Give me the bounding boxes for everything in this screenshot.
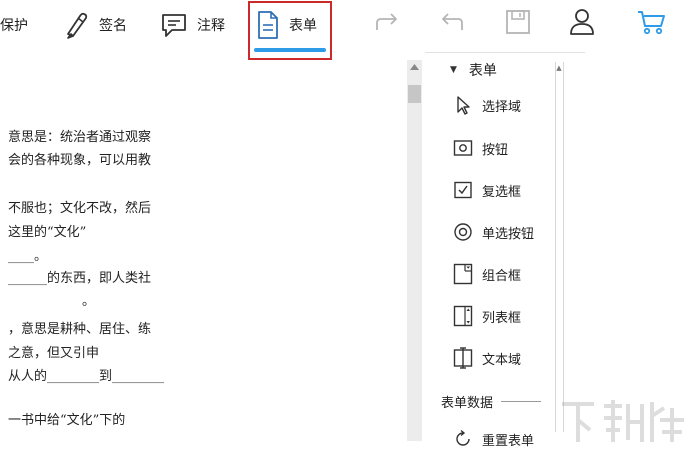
doc-line: 。 [82, 294, 96, 309]
watermark-logo-icon [556, 396, 690, 452]
undo-button[interactable] [437, 9, 467, 39]
doc-line: 不服也；文化不改，然后 [8, 201, 152, 216]
undo-icon [438, 10, 466, 38]
tool-text-field[interactable]: 文本域 [452, 345, 521, 371]
panel-divider [425, 52, 585, 53]
tool-button[interactable]: 按钮 [452, 135, 508, 161]
doc-line: 意思是：统治者通过观察 [8, 130, 152, 145]
cart-icon [636, 8, 666, 40]
doc-line: 一书中给“文化”下的 [8, 413, 126, 428]
main-toolbar: 保护 签名 注释 表单 [0, 0, 692, 60]
toolbar-protect-button[interactable]: 保护 [0, 8, 28, 42]
doc-line: ______的东西，即人类社 [8, 271, 152, 286]
user-account-button[interactable] [567, 9, 597, 39]
toolbar-sign-button[interactable]: 签名 [64, 8, 127, 42]
section-divider [501, 401, 542, 402]
tool-label: 组合框 [482, 268, 522, 284]
redo-icon [373, 10, 401, 38]
form-highlight-box [248, 1, 332, 60]
toolbar-annotate-button[interactable]: 注释 [160, 8, 225, 42]
tool-label: 复选框 [482, 184, 522, 200]
comment-icon [160, 11, 188, 39]
tool-label: 按钮 [482, 142, 509, 158]
radio-icon [452, 220, 474, 244]
tool-combobox[interactable]: 组合框 [452, 261, 521, 287]
button-icon [452, 136, 474, 160]
save-icon [505, 9, 531, 39]
reset-icon [452, 428, 474, 450]
form-data-section-title: 表单数据 [441, 396, 494, 411]
doc-line: 之意，但又引申 [8, 346, 100, 361]
combobox-icon [452, 262, 474, 286]
tool-label: 列表框 [482, 310, 522, 326]
tool-label: 文本域 [482, 352, 522, 368]
textfield-icon [452, 346, 474, 370]
redo-button[interactable] [372, 9, 402, 39]
document-page: 意思是：统治者通过观察 会的各种现象，可以用教 不服也；文化不改，然后 这里的“… [0, 60, 404, 453]
doc-line: 这里的“文化” [8, 225, 87, 240]
collapse-caret-icon: ▼ [450, 65, 457, 75]
listbox-icon [452, 304, 474, 328]
checkbox-icon [452, 178, 474, 202]
toolbar-annotate-label: 注释 [197, 18, 225, 34]
tool-label: 单选按钮 [482, 226, 535, 242]
doc-line: 会的各种现象，可以用教 [8, 153, 152, 168]
cursor-icon [452, 93, 474, 117]
panel-scrollbar[interactable] [555, 62, 564, 432]
tool-reset-form[interactable]: 重置表单 [452, 428, 534, 450]
toolbar-sign-label: 签名 [99, 18, 127, 34]
doc-line: ____。 [8, 249, 48, 264]
tool-radio-button[interactable]: 单选按钮 [452, 219, 534, 245]
user-icon [568, 7, 596, 41]
form-section-title: 表单 [468, 63, 497, 79]
pen-icon [64, 10, 90, 40]
form-section-header[interactable]: ▼ 表单 [450, 60, 497, 80]
tool-listbox[interactable]: 列表框 [452, 303, 521, 329]
doc-line: 从人的________到________ [8, 369, 165, 384]
scroll-up-arrow-icon[interactable] [407, 60, 422, 74]
tool-select-field[interactable]: 选择域 [452, 92, 521, 118]
doc-line: ，意思是耕种、居住、练 [8, 322, 152, 337]
tool-label: 选择域 [482, 99, 522, 115]
toolbar-protect-label: 保护 [0, 18, 28, 34]
tool-label: 重置表单 [482, 433, 535, 449]
panel-scroll-up-icon[interactable]: ▲ [553, 64, 565, 72]
scroll-thumb[interactable] [408, 85, 421, 103]
document-scrollbar[interactable] [407, 60, 422, 441]
tool-checkbox[interactable]: 复选框 [452, 177, 521, 203]
save-button[interactable] [503, 9, 533, 39]
cart-button[interactable] [636, 9, 666, 39]
form-data-section-header: 表单数据 [441, 392, 542, 411]
